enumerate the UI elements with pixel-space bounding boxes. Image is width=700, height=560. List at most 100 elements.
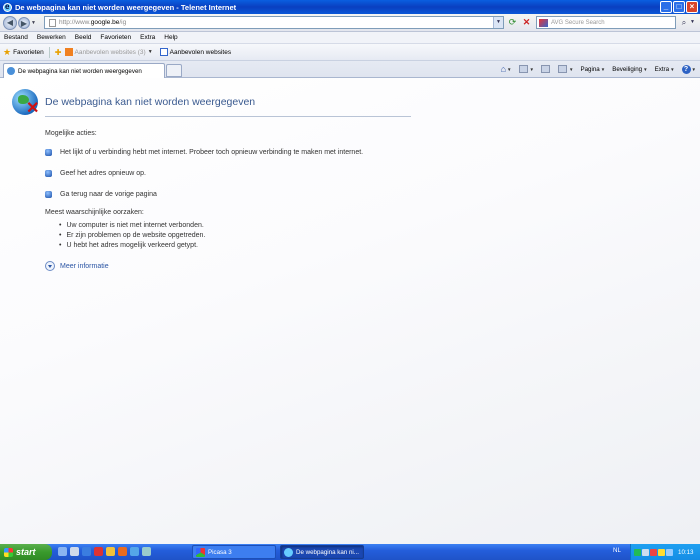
chevron-down-icon: ▼ bbox=[643, 66, 648, 72]
forward-button[interactable]: ▶ bbox=[18, 16, 30, 29]
quick-launch-icon[interactable] bbox=[70, 547, 79, 556]
menu-item-help[interactable]: Help bbox=[164, 34, 177, 41]
page-menu[interactable]: Pagina ▼ bbox=[580, 66, 605, 73]
language-indicator[interactable]: NL bbox=[613, 547, 621, 554]
windows-logo-icon bbox=[4, 547, 13, 557]
favorites-button[interactable]: Favorieten bbox=[13, 49, 44, 56]
causes-list: Uw computer is niet met internet verbond… bbox=[59, 221, 205, 251]
search-icon[interactable]: ⌕ bbox=[678, 17, 690, 28]
show-desktop-icon[interactable] bbox=[58, 547, 67, 556]
new-tab-button[interactable] bbox=[166, 64, 182, 77]
suggested-sites-button[interactable]: Aanbevolen websites (3) ▼ bbox=[64, 48, 153, 56]
list-item: U hebt het adres mogelijk verkeerd getyp… bbox=[59, 241, 205, 251]
chevron-down-icon: ▼ bbox=[691, 66, 696, 72]
clock[interactable]: 10:13 bbox=[678, 549, 693, 556]
favorites-bar: ★ Favorieten ✚ Aanbevolen websites (3) ▼… bbox=[0, 44, 700, 61]
navigation-bar: ◀ ▶ ▼ http://www. google.be/ig ▼ ⟳ ✕ AVG … bbox=[0, 14, 700, 32]
quick-launch-icon[interactable] bbox=[142, 547, 151, 556]
quick-launch-icon[interactable] bbox=[106, 547, 115, 556]
print-icon bbox=[557, 65, 567, 73]
window-title: De webpagina kan niet worden weergegeven… bbox=[15, 2, 237, 12]
internet-explorer-icon bbox=[3, 2, 12, 12]
window-title-bar[interactable]: De webpagina kan niet worden weergegeven… bbox=[0, 0, 700, 14]
more-info-link[interactable]: Meer informatie bbox=[45, 261, 109, 271]
refresh-button[interactable]: ⟳ bbox=[506, 17, 519, 28]
tab-page-icon bbox=[7, 67, 15, 75]
security-menu-label: Beveiliging bbox=[612, 65, 643, 73]
menu-item-beeld[interactable]: Beeld bbox=[75, 34, 92, 41]
quick-launch-icon[interactable] bbox=[130, 547, 139, 556]
security-menu[interactable]: Beveiliging ▼ bbox=[612, 66, 647, 73]
action-item[interactable]: Ga terug naar de vorige pagina bbox=[45, 191, 157, 198]
url-suffix: /ig bbox=[119, 19, 127, 26]
tray-icon[interactable] bbox=[650, 548, 657, 556]
action-text: Geef het adres opnieuw op. bbox=[60, 170, 147, 177]
bullet-icon bbox=[45, 170, 52, 177]
home-icon: ⌂ bbox=[500, 64, 507, 74]
url-host: google.be bbox=[90, 19, 120, 26]
avg-icon bbox=[539, 18, 548, 27]
list-item: Uw computer is niet met internet verbond… bbox=[59, 221, 205, 231]
bullet-icon bbox=[45, 149, 52, 156]
actions-title: Mogelijke acties: bbox=[45, 130, 97, 137]
menu-item-favorieten[interactable]: Favorieten bbox=[100, 34, 131, 41]
recommended-sites-link[interactable]: Aanbevolen websites bbox=[159, 48, 232, 56]
stop-button[interactable]: ✕ bbox=[520, 17, 533, 28]
start-button[interactable]: start bbox=[0, 544, 52, 560]
search-placeholder: AVG Secure Search bbox=[551, 19, 605, 26]
menu-item-bewerken[interactable]: Bewerken bbox=[37, 34, 66, 41]
picasa-icon bbox=[196, 547, 205, 557]
taskbar-window-picasa[interactable]: Picasa 3 bbox=[192, 545, 276, 559]
home-button[interactable]: ⌂ ▼ bbox=[501, 64, 512, 74]
divider bbox=[45, 116, 411, 117]
taskbar-window-ie[interactable]: De webpagina kan ni... bbox=[280, 545, 364, 559]
more-info-label: Meer informatie bbox=[60, 262, 109, 270]
volume-icon[interactable] bbox=[666, 548, 673, 556]
browser-icon[interactable] bbox=[82, 547, 91, 556]
feeds-button[interactable]: ▼ bbox=[518, 65, 534, 73]
address-input[interactable]: http://www. google.be/ig ▼ bbox=[44, 16, 504, 29]
action-item[interactable]: Geef het adres opnieuw op. bbox=[45, 170, 146, 177]
internet-explorer-icon bbox=[284, 547, 293, 557]
recommended-sites-label: Aanbevolen websites bbox=[169, 48, 232, 56]
tab-label: De webpagina kan niet worden weergegeven bbox=[18, 67, 142, 75]
system-tray: 10:13 bbox=[630, 544, 700, 560]
minimize-button[interactable]: _ bbox=[660, 1, 672, 13]
menu-item-extra[interactable]: Extra bbox=[140, 34, 155, 41]
back-button[interactable]: ◀ bbox=[3, 15, 17, 30]
tools-menu-label: Extra bbox=[654, 65, 670, 73]
causes-title: Meest waarschijnlijke oorzaken: bbox=[45, 209, 144, 216]
mail-button[interactable] bbox=[540, 65, 551, 73]
tools-menu[interactable]: Extra ▼ bbox=[655, 66, 675, 73]
tray-icon[interactable] bbox=[634, 548, 641, 556]
tab-error-page[interactable]: De webpagina kan niet worden weergegeven bbox=[3, 63, 165, 78]
close-button[interactable]: × bbox=[686, 1, 698, 13]
error-heading: De webpagina kan niet worden weergegeven bbox=[45, 96, 256, 108]
recent-pages-dropdown[interactable]: ▼ bbox=[31, 20, 37, 26]
page-content: ✕ De webpagina kan niet worden weergegev… bbox=[0, 78, 700, 544]
expand-icon bbox=[45, 261, 55, 271]
suggested-sites-label: Aanbevolen websites (3) bbox=[74, 48, 146, 56]
taskbar: start Picasa 3 De webpagina kan ni... NL… bbox=[0, 544, 700, 560]
print-button[interactable]: ▼ bbox=[557, 65, 573, 73]
divider bbox=[48, 46, 50, 58]
quick-launch bbox=[58, 547, 151, 556]
tray-icon[interactable] bbox=[658, 548, 665, 556]
network-icon[interactable] bbox=[642, 548, 649, 556]
start-label: start bbox=[16, 547, 36, 557]
search-options-dropdown[interactable]: ▼ bbox=[690, 17, 698, 28]
taskbar-window-label: Picasa 3 bbox=[208, 548, 232, 556]
address-dropdown-icon[interactable]: ▼ bbox=[493, 17, 503, 28]
suggested-sites-icon bbox=[64, 48, 73, 56]
help-button[interactable]: ? ▼ bbox=[681, 64, 696, 74]
maximize-button[interactable]: □ bbox=[673, 1, 685, 13]
quick-launch-icon[interactable] bbox=[118, 547, 127, 556]
quick-launch-icon[interactable] bbox=[94, 547, 103, 556]
action-text: Het lijkt of u verbinding hebt met inter… bbox=[60, 149, 364, 156]
add-to-favorites-icon[interactable]: ✚ bbox=[55, 48, 62, 57]
list-item: Er zijn problemen op de website opgetred… bbox=[59, 231, 205, 241]
chevron-down-icon: ▼ bbox=[600, 66, 606, 72]
menu-item-bestand[interactable]: Bestand bbox=[4, 34, 28, 41]
search-input[interactable]: AVG Secure Search bbox=[536, 16, 676, 29]
help-icon: ? bbox=[681, 64, 691, 74]
